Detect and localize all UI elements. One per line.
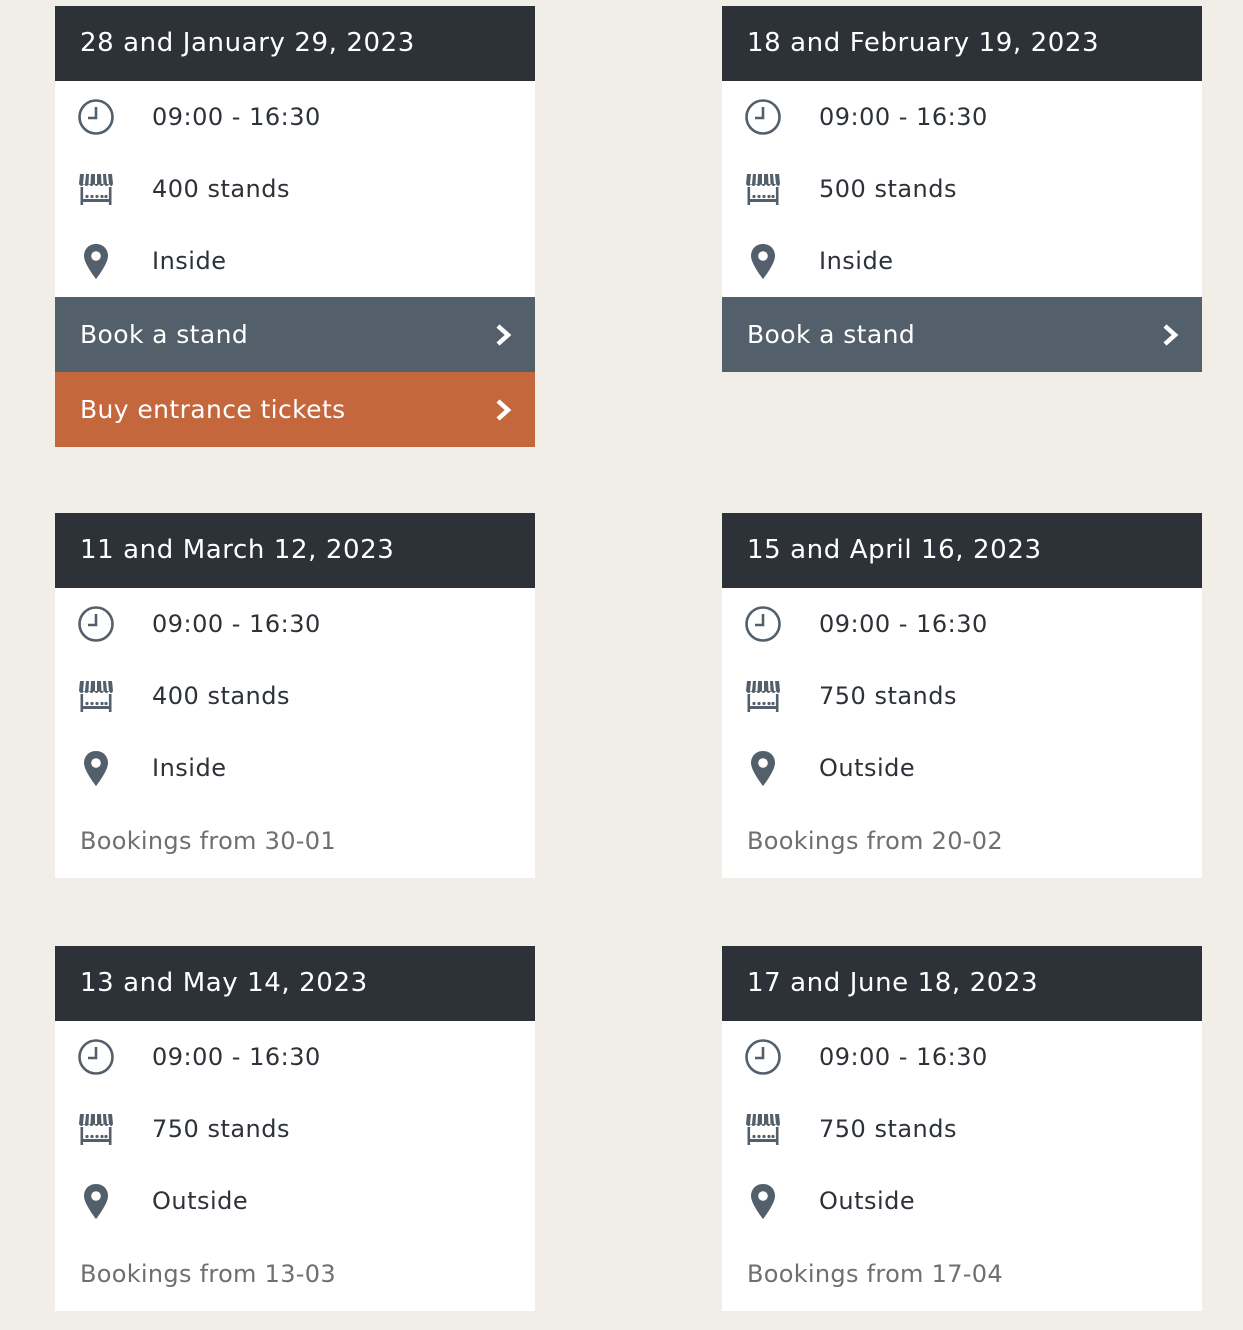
event-card: 13 and May 14, 2023 09:00 - 16:30 750 st… <box>55 946 535 1311</box>
location-row: Inside <box>55 225 535 297</box>
buy-tickets-label: Buy entrance tickets <box>80 395 346 424</box>
location-row: Outside <box>722 732 1202 804</box>
map-pin-icon <box>744 242 782 280</box>
map-pin-icon <box>77 1182 115 1220</box>
chevron-right-icon <box>493 323 513 347</box>
stands-row: 400 stands <box>55 153 535 225</box>
event-details: 09:00 - 16:30 500 stands Inside <box>722 81 1202 297</box>
bookings-open-date: Bookings from 13-03 <box>80 1260 336 1288</box>
bookings-open-date: Bookings from 20-02 <box>747 827 1003 855</box>
bookings-open-date: Bookings from 30-01 <box>80 827 336 855</box>
time-row: 09:00 - 16:30 <box>55 81 535 153</box>
clock-icon <box>77 605 115 643</box>
market-stall-icon <box>744 170 782 208</box>
stand-count: 750 stands <box>819 1115 958 1143</box>
map-pin-icon <box>77 242 115 280</box>
stand-count: 500 stands <box>819 175 958 203</box>
market-stall-icon <box>77 170 115 208</box>
clock-icon <box>744 98 782 136</box>
event-details: 09:00 - 16:30 400 stands Inside <box>55 81 535 297</box>
clock-icon <box>744 605 782 643</box>
stands-row: 400 stands <box>55 660 535 732</box>
event-time: 09:00 - 16:30 <box>819 610 988 638</box>
map-pin-icon <box>744 1182 782 1220</box>
chevron-right-icon <box>493 398 513 422</box>
stand-count: 400 stands <box>152 682 291 710</box>
market-stall-icon <box>744 1110 782 1148</box>
market-stall-icon <box>77 677 115 715</box>
buy-tickets-button[interactable]: Buy entrance tickets <box>55 372 535 447</box>
market-stall-icon <box>744 677 782 715</box>
time-row: 09:00 - 16:30 <box>722 588 1202 660</box>
event-location: Inside <box>152 754 227 782</box>
clock-icon <box>77 98 115 136</box>
event-time: 09:00 - 16:30 <box>152 103 321 131</box>
clock-icon <box>744 1038 782 1076</box>
time-row: 09:00 - 16:30 <box>722 1021 1202 1093</box>
event-date-header: 13 and May 14, 2023 <box>55 946 535 1021</box>
time-row: 09:00 - 16:30 <box>55 588 535 660</box>
event-location: Outside <box>819 1187 916 1215</box>
event-location: Outside <box>819 754 916 782</box>
location-row: Inside <box>722 225 1202 297</box>
event-location: Outside <box>152 1187 249 1215</box>
stands-row: 750 stands <box>722 1093 1202 1165</box>
stands-row: 500 stands <box>722 153 1202 225</box>
stands-row: 750 stands <box>722 660 1202 732</box>
stand-count: 750 stands <box>819 682 958 710</box>
time-row: 09:00 - 16:30 <box>55 1021 535 1093</box>
event-date-header: 11 and March 12, 2023 <box>55 513 535 588</box>
stands-row: 750 stands <box>55 1093 535 1165</box>
event-location: Inside <box>152 247 227 275</box>
location-row: Outside <box>55 1165 535 1237</box>
book-stand-button[interactable]: Book a stand <box>55 297 535 372</box>
event-card: 28 and January 29, 2023 09:00 - 16:30 40… <box>55 6 535 447</box>
event-date-header: 18 and February 19, 2023 <box>722 6 1202 81</box>
event-details: 09:00 - 16:30 750 stands Outside Booking… <box>722 588 1202 878</box>
event-date-header: 15 and April 16, 2023 <box>722 513 1202 588</box>
stand-count: 400 stands <box>152 175 291 203</box>
event-card: 11 and March 12, 2023 09:00 - 16:30 400 … <box>55 513 535 878</box>
event-card: 15 and April 16, 2023 09:00 - 16:30 750 … <box>722 513 1202 878</box>
event-time: 09:00 - 16:30 <box>819 103 988 131</box>
event-time: 09:00 - 16:30 <box>152 1043 321 1071</box>
book-stand-button[interactable]: Book a stand <box>722 297 1202 372</box>
event-time: 09:00 - 16:30 <box>152 610 321 638</box>
time-row: 09:00 - 16:30 <box>722 81 1202 153</box>
bookings-open-date: Bookings from 17-04 <box>747 1260 1003 1288</box>
book-stand-label: Book a stand <box>747 320 916 349</box>
stand-count: 750 stands <box>152 1115 291 1143</box>
event-card: 18 and February 19, 2023 09:00 - 16:30 5… <box>722 6 1202 372</box>
event-date-header: 28 and January 29, 2023 <box>55 6 535 81</box>
event-location: Inside <box>819 247 894 275</box>
event-details: 09:00 - 16:30 750 stands Outside Booking… <box>55 1021 535 1311</box>
map-pin-icon <box>77 749 115 787</box>
map-pin-icon <box>744 749 782 787</box>
market-stall-icon <box>77 1110 115 1148</box>
event-time: 09:00 - 16:30 <box>819 1043 988 1071</box>
event-details: 09:00 - 16:30 400 stands Inside Bookings… <box>55 588 535 878</box>
book-stand-label: Book a stand <box>80 320 249 349</box>
location-row: Inside <box>55 732 535 804</box>
event-date-header: 17 and June 18, 2023 <box>722 946 1202 1021</box>
clock-icon <box>77 1038 115 1076</box>
location-row: Outside <box>722 1165 1202 1237</box>
event-details: 09:00 - 16:30 750 stands Outside Booking… <box>722 1021 1202 1311</box>
chevron-right-icon <box>1160 323 1180 347</box>
event-card: 17 and June 18, 2023 09:00 - 16:30 750 s… <box>722 946 1202 1311</box>
